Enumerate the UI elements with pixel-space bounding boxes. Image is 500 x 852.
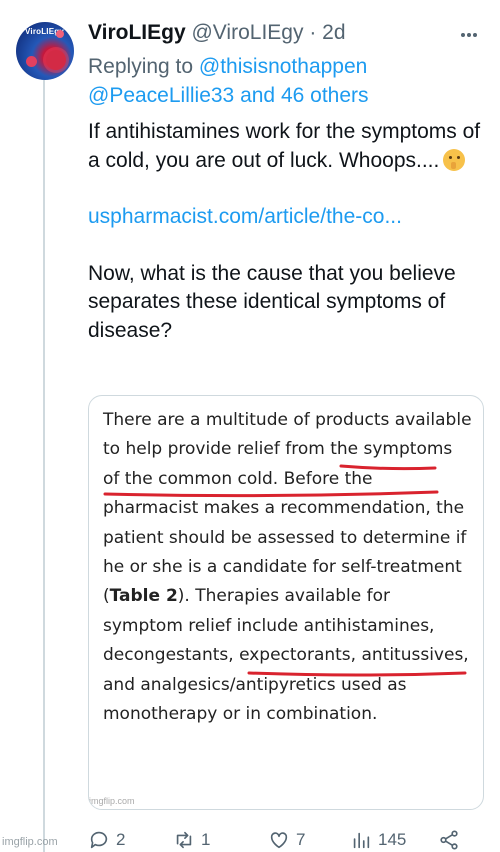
like-count: 7: [296, 830, 306, 849]
thread-line: [43, 80, 45, 852]
tweet-text-paragraph-2: Now, what is the cause that you believe …: [88, 261, 456, 342]
attached-image[interactable]: There are a multitude of products availa…: [88, 395, 484, 810]
image-text-part-2: ). Therapies available for symptom relie…: [103, 586, 469, 725]
display-name[interactable]: ViroLIEgy: [88, 21, 186, 44]
replying-to: Replying to @thisisnothappen @PeaceLilli…: [88, 52, 488, 110]
tweet-text-paragraph-1: If antihistamines work for the symptoms …: [88, 120, 481, 172]
image-text-part-1: There are a multitude of products availa…: [103, 410, 472, 607]
tweet-body: If antihistamines work for the symptoms …: [88, 118, 483, 345]
like-button[interactable]: 7: [268, 828, 305, 852]
share-icon: [440, 830, 458, 850]
avatar[interactable]: ViroLIEgy: [16, 22, 74, 80]
mention-link-others[interactable]: @PeaceLillie33 and 46 others: [88, 84, 369, 107]
tweet-actions: 2 1 7 145: [88, 828, 488, 852]
virus-graphic: [56, 30, 64, 38]
tweet-header: ViroLIEgy @ViroLIEgy · 2d: [88, 18, 460, 48]
shushing-face-emoji-icon: [443, 148, 466, 171]
views-icon: [353, 832, 370, 849]
image-watermark: imgflip.com: [89, 796, 135, 806]
views-button[interactable]: 145: [350, 828, 406, 852]
reply-count: 2: [116, 830, 126, 849]
retweet-count: 1: [201, 830, 211, 849]
image-text-bold: Table 2: [109, 586, 178, 607]
image-article-text: There are a multitude of products availa…: [103, 406, 473, 729]
views-count: 145: [378, 830, 407, 849]
replying-prefix: Replying to: [88, 55, 194, 78]
timestamp[interactable]: 2d: [322, 21, 345, 44]
heart-icon: [270, 832, 288, 849]
user-handle[interactable]: @ViroLIEgy: [191, 21, 303, 44]
separator-dot: ·: [309, 21, 317, 44]
article-link[interactable]: uspharmacist.com/article/the-co...: [88, 203, 483, 232]
reply-button[interactable]: 2: [88, 828, 125, 852]
virus-graphic: [26, 56, 37, 67]
virus-graphic: [46, 50, 66, 70]
retweet-button[interactable]: 1: [173, 828, 210, 852]
mention-link[interactable]: @thisisnothappen: [199, 55, 367, 78]
imgflip-watermark: imgflip.com: [2, 836, 58, 848]
reply-icon: [90, 831, 108, 849]
share-button[interactable]: [438, 828, 466, 852]
retweet-icon: [176, 831, 192, 849]
more-options-icon[interactable]: [460, 26, 478, 44]
